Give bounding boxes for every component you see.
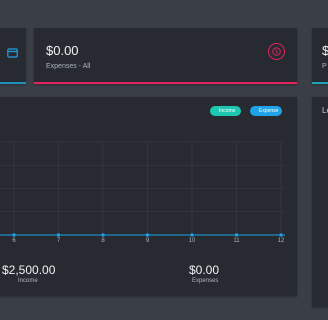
summary-expenses-amount: $0.00	[189, 263, 220, 277]
x-tick-label: 12	[278, 238, 285, 244]
income-expense-chart-card: Income Expense 6 7 8 9 10 11 12 $2,500.00 Inco…	[0, 97, 297, 296]
x-tick-label: 6	[12, 238, 16, 244]
dollar-icon: $	[268, 43, 285, 60]
data-point-expense	[101, 233, 105, 237]
x-tick-label: 7	[57, 238, 61, 244]
side-card-title: Le	[322, 106, 328, 115]
expenses-label: Expenses - All	[46, 63, 91, 70]
svg-text:$: $	[275, 50, 278, 56]
summary-income-amount: $2,500.00	[2, 263, 56, 277]
data-point-expense	[145, 233, 150, 237]
stat-card-expenses: $0.00 Expenses - All $	[34, 28, 297, 84]
side-card-partial: Le	[312, 97, 328, 307]
data-point-expense	[12, 233, 16, 237]
x-tick-label: 10	[189, 238, 196, 244]
data-point-expense	[56, 233, 61, 237]
stat-card-partial-left	[0, 28, 26, 84]
x-tick-label: 9	[146, 238, 150, 244]
partial-label: P	[322, 63, 327, 70]
stat-card-partial-right: $0 P	[312, 28, 328, 84]
data-point-expense	[234, 233, 239, 237]
x-tick-label: 8	[101, 238, 105, 244]
summary-expenses-label: Expenses	[192, 278, 219, 284]
data-point-expense	[279, 233, 283, 237]
partial-amount: $0	[322, 43, 328, 58]
x-tick-label: 11	[233, 238, 240, 244]
data-point-expense	[190, 233, 194, 237]
expenses-amount: $0.00	[46, 43, 79, 58]
line-chart: 6 7 8 9 10 11 12	[0, 141, 285, 244]
wallet-icon	[7, 48, 18, 58]
summary-income-label: Income	[18, 278, 38, 284]
